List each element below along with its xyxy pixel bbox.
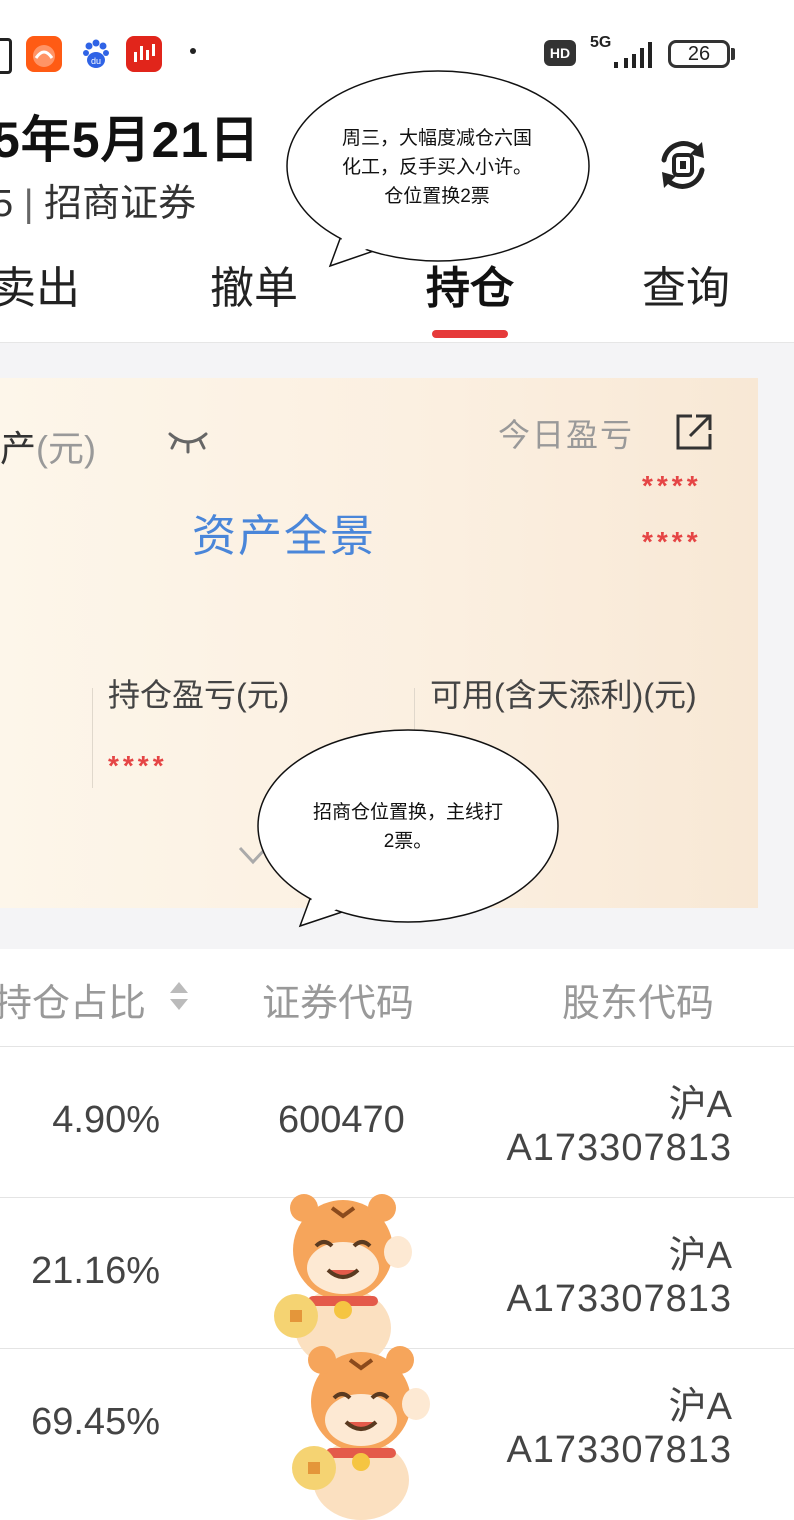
broker-name: 招商证券 — [44, 183, 197, 225]
divider — [92, 688, 93, 788]
notification-dot — [190, 48, 196, 54]
page-title: 5年5月21日 — [0, 112, 261, 168]
asset-overview-link[interactable]: 资产全景 — [192, 500, 376, 564]
market-label: 沪A — [668, 1084, 732, 1126]
bubble-line: 招商仓位置换，主线打 — [312, 802, 503, 823]
today-pl-value: **** — [642, 470, 702, 501]
bubble-text: 周三，大幅度减仓六国 化工，反手买入小许。 仓位置换2票 — [304, 124, 570, 211]
holding-ratio: 69.45% — [31, 1401, 160, 1443]
tab-query[interactable]: 查询 — [642, 252, 730, 316]
svg-text:du: du — [91, 56, 101, 66]
signal-icon — [614, 42, 652, 68]
bubble-line: 周三，大幅度减仓六国 — [341, 128, 532, 149]
column-header-holder: 股东代码 — [562, 983, 715, 1025]
market-label: 沪A — [668, 1386, 732, 1428]
stock-app-icon — [126, 36, 162, 72]
total-asset-text: 产 — [0, 428, 37, 469]
today-pl-rate: **** — [642, 526, 702, 557]
broker-prefix: 5 — [0, 183, 14, 225]
share-icon[interactable] — [674, 412, 714, 452]
active-tab-indicator — [432, 330, 508, 338]
refresh-cycle-icon[interactable] — [652, 134, 714, 196]
market-label: 沪A — [668, 1235, 732, 1277]
eye-closed-icon[interactable] — [166, 426, 210, 456]
holding-pl-label: 持仓盈亏(元) — [108, 677, 290, 713]
holder-account: A173307813 — [506, 1127, 732, 1169]
column-header-ratio[interactable]: 持仓占比 — [0, 972, 146, 1027]
broker-row[interactable]: 5 | 招商证券 — [0, 172, 196, 227]
sort-icon[interactable] — [168, 978, 190, 1014]
today-pl-label: 今日盈亏 — [498, 417, 635, 453]
battery-indicator: 26 — [668, 40, 730, 68]
security-code: 600470 — [278, 1099, 405, 1141]
holding-pl-value: **** — [108, 750, 168, 781]
holder-account: A173307813 — [506, 1278, 732, 1320]
column-header-code: 证券代码 — [262, 983, 415, 1025]
bubble-line: 化工，反手买入小许。 — [341, 157, 532, 178]
network-label: 5G — [590, 34, 612, 51]
available-label: 可用(含天添利)(元) — [430, 677, 697, 713]
box-icon — [0, 38, 12, 74]
battery-tip — [731, 48, 735, 60]
holding-ratio: 21.16% — [31, 1250, 160, 1292]
total-asset-label: 产(元) — [0, 420, 96, 472]
broker-separator: | — [23, 183, 34, 225]
tab-sell[interactable]: 卖出 — [0, 252, 80, 316]
table-row[interactable]: 4.90% 600470 沪A A173307813 — [0, 1047, 794, 1197]
bubble-text: 招商仓位置换，主线打 2票。 — [280, 798, 536, 856]
total-asset-unit: (元) — [36, 428, 96, 469]
hd-badge: HD — [544, 40, 576, 66]
taobao-icon — [26, 36, 62, 72]
baidu-icon: du — [78, 36, 114, 72]
holding-ratio: 4.90% — [52, 1099, 160, 1141]
bubble-line: 2票。 — [383, 831, 433, 852]
tiger-sticker — [292, 1346, 430, 1520]
holder-account: A173307813 — [506, 1429, 732, 1471]
bubble-line: 仓位置换2票 — [384, 186, 490, 207]
